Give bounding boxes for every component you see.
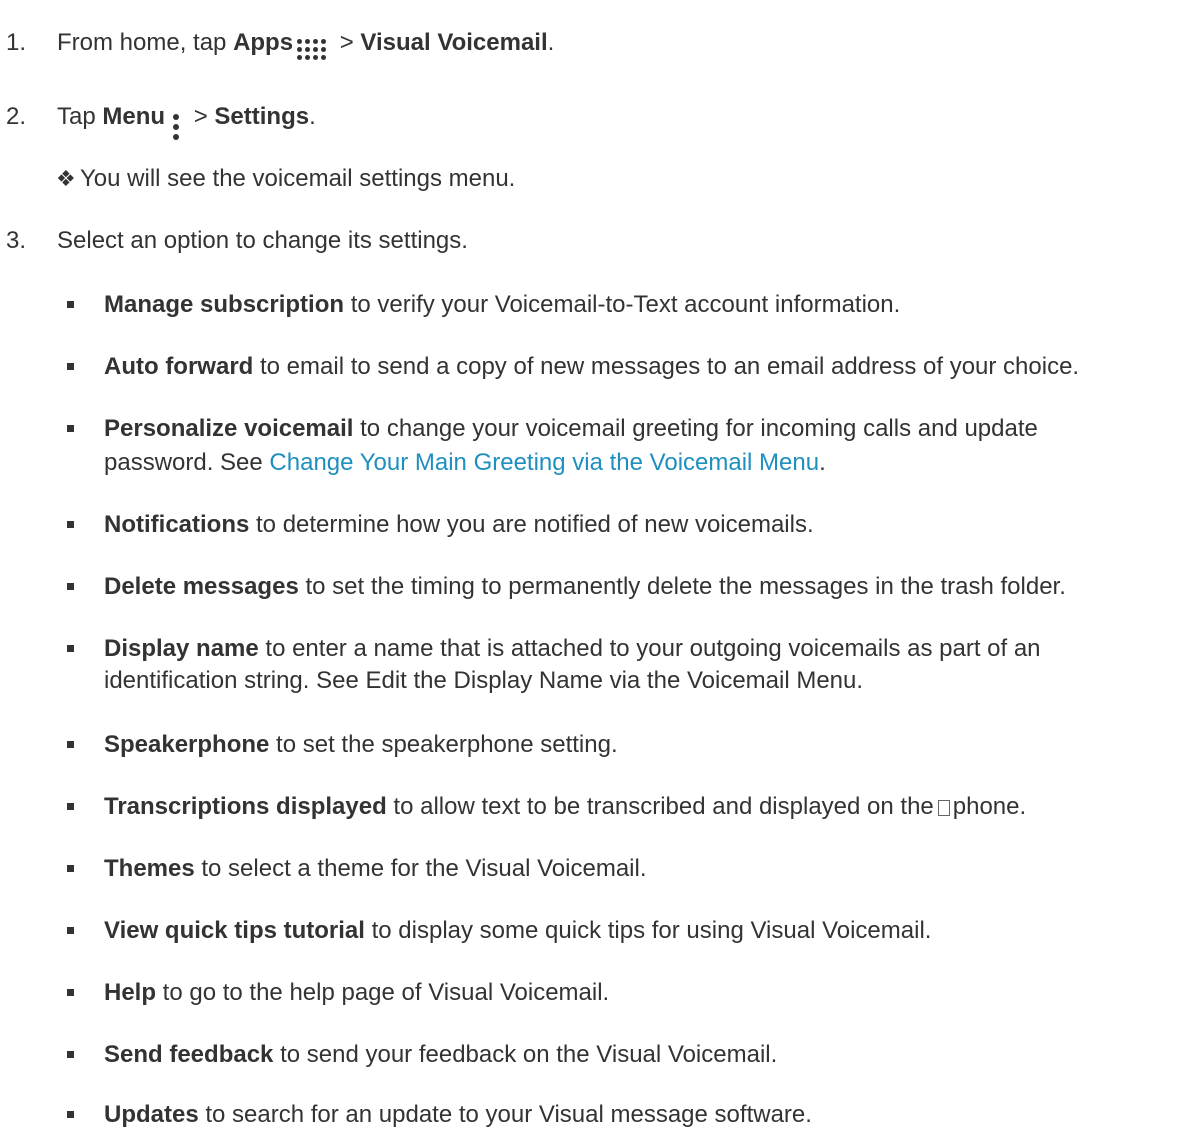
option-description: to verify your Voicemail-to-Text account… xyxy=(344,291,901,318)
option-name: Send feedback xyxy=(104,1041,274,1068)
option-description: to enter a name that is attached to your… xyxy=(258,635,1041,662)
option-description-cont: password. See xyxy=(104,449,270,476)
option-description: to send your feedback on the Visual Voic… xyxy=(273,1041,778,1068)
step-text-sep: > xyxy=(333,29,361,56)
option-description: to go to the help page of Visual Voicema… xyxy=(156,979,610,1006)
option-name: Transcriptions displayed xyxy=(104,793,387,820)
option-description-cont: identification string. See Edit the Disp… xyxy=(104,667,864,694)
option-description: to determine how you are notified of new… xyxy=(249,511,814,538)
option-name: Delete messages xyxy=(104,573,299,600)
square-bullet-icon xyxy=(67,301,74,308)
option-text: View quick tips tutorial to display some… xyxy=(104,916,931,946)
option-name: Updates xyxy=(104,1101,199,1128)
option-name: Auto forward xyxy=(104,353,254,380)
option-text: Send feedback to send your feedback on t… xyxy=(104,1040,777,1070)
option-text: Manage subscription to verify your Voice… xyxy=(104,290,900,320)
option-name: Help xyxy=(104,979,157,1006)
option-description-end: . xyxy=(819,449,826,476)
square-bullet-icon xyxy=(67,1111,74,1118)
option-description-end: phone. xyxy=(952,793,1027,820)
square-bullet-icon xyxy=(67,583,74,590)
settings-label: Settings xyxy=(214,103,310,130)
step-text: Tap Menu > Settings. xyxy=(57,102,316,140)
option-description: to display some quick tips for using Vis… xyxy=(364,917,932,944)
diamond-bullet-icon: ❖ xyxy=(56,166,76,191)
option-name: Personalize voicemail xyxy=(104,415,354,442)
result-text: You will see the voicemail settings menu… xyxy=(80,165,516,192)
option-text: Auto forward to email to send a copy of … xyxy=(104,352,1079,382)
option-description: to set the timing to permanently delete … xyxy=(298,573,1066,600)
square-bullet-icon xyxy=(67,645,74,652)
option-text: Help to go to the help page of Visual Vo… xyxy=(104,978,609,1008)
option-description: to allow text to be transcribed and disp… xyxy=(386,793,934,820)
option-name: View quick tips tutorial xyxy=(104,917,365,944)
option-text: Personalize voicemail to change your voi… xyxy=(104,414,1038,444)
option-description: to email to send a copy of new messages … xyxy=(253,353,1080,380)
menu-label: Menu xyxy=(102,103,166,130)
apps-label: Apps xyxy=(233,29,294,56)
step-text-post: . xyxy=(547,29,555,56)
option-text: Speakerphone to set the speakerphone set… xyxy=(104,730,618,760)
square-bullet-icon xyxy=(67,989,74,996)
option-name: Display name xyxy=(104,635,259,662)
option-text: Transcriptions displayed to allow text t… xyxy=(104,792,1026,822)
square-bullet-icon xyxy=(67,741,74,748)
step-number: 2. xyxy=(6,103,27,130)
option-text: Display name to enter a name that is att… xyxy=(104,634,1041,664)
option-text: Themes to select a theme for the Visual … xyxy=(104,854,647,884)
visual-voicemail-label: Visual Voicemail xyxy=(360,29,548,56)
change-main-greeting-link[interactable]: Change Your Main Greeting via the Voicem… xyxy=(269,449,819,476)
option-name: Manage subscription xyxy=(104,291,345,318)
option-text: Updates to search for an update to your … xyxy=(104,1100,812,1130)
step-text: From home, tap Apps > Visual Voicemail. xyxy=(57,28,554,60)
step-text-pre: Tap xyxy=(57,103,103,130)
step-number: 3. xyxy=(6,227,27,254)
square-bullet-icon xyxy=(67,803,74,810)
option-description: to change your voicemail greeting for in… xyxy=(353,415,1038,442)
option-description: to set the speakerphone setting. xyxy=(269,731,618,758)
option-description: to search for an update to your Visual m… xyxy=(198,1101,812,1128)
menu-dots-icon xyxy=(171,114,181,140)
option-name: Themes xyxy=(104,855,195,882)
step-number: 1. xyxy=(6,29,27,56)
option-text: password. See Change Your Main Greeting … xyxy=(104,448,826,478)
square-bullet-icon xyxy=(67,363,74,370)
option-name: Notifications xyxy=(104,511,250,538)
step-text-pre: From home, tap xyxy=(57,29,234,56)
step-text-post: . xyxy=(309,103,316,130)
step-text: Select an option to change its settings. xyxy=(57,227,468,254)
square-bullet-icon xyxy=(67,1051,74,1058)
square-bullet-icon xyxy=(67,927,74,934)
option-text: Delete messages to set the timing to per… xyxy=(104,572,1066,602)
step-text-sep: > xyxy=(187,103,215,130)
option-name: Speakerphone xyxy=(104,731,270,758)
option-text: Notifications to determine how you are n… xyxy=(104,510,814,540)
square-bullet-icon xyxy=(67,521,74,528)
missing-glyph-box-icon xyxy=(937,800,950,816)
square-bullet-icon xyxy=(67,865,74,872)
option-description: to select a theme for the Visual Voicema… xyxy=(194,855,647,882)
square-bullet-icon xyxy=(67,425,74,432)
apps-grid-icon xyxy=(297,39,329,60)
